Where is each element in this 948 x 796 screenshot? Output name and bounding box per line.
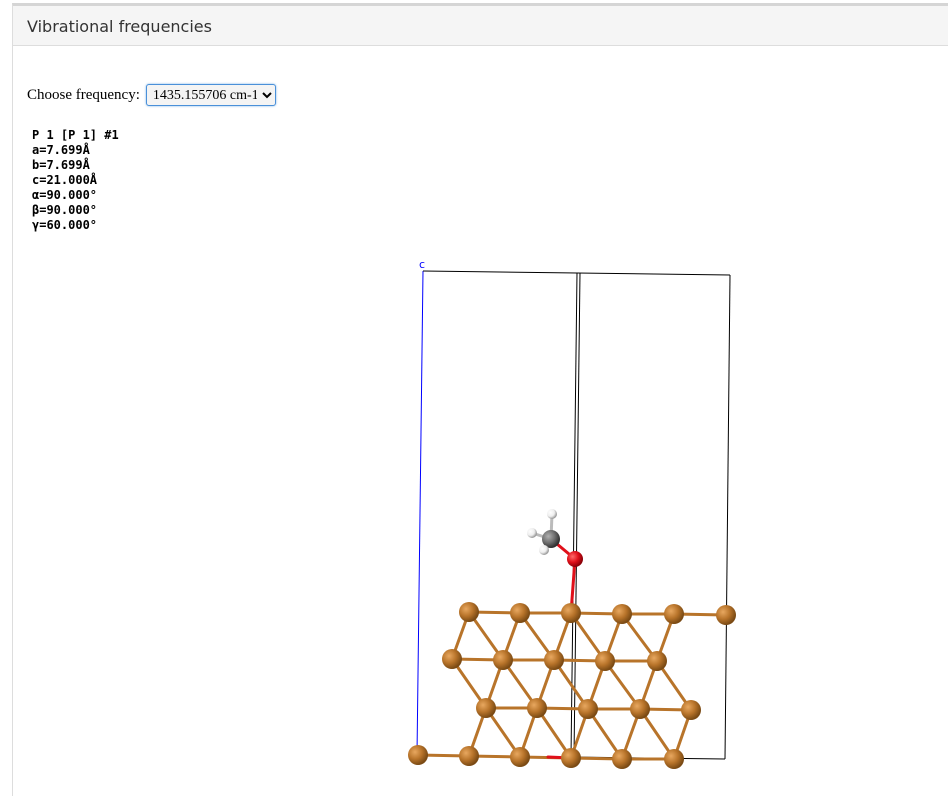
cell-alpha-line: α=90.000° bbox=[32, 188, 98, 202]
frequency-chooser: Choose frequency: 1435.155706 cm-1 bbox=[27, 84, 276, 106]
frequency-select[interactable]: 1435.155706 cm-1 bbox=[145, 84, 276, 106]
cell-a-line: a=7.699Å bbox=[32, 143, 90, 157]
frequency-label: Choose frequency: bbox=[27, 86, 140, 103]
cell-b-line: b=7.699Å bbox=[32, 158, 90, 172]
panel-header: Vibrational frequencies bbox=[13, 6, 948, 46]
cell-beta-line: β=90.000° bbox=[32, 203, 98, 217]
unit-cell-info: P 1 [P 1] #1 a=7.699Å b=7.699Å c=21.000Å α=9… bbox=[32, 128, 119, 233]
space-group-line: P 1 [P 1] #1 bbox=[32, 128, 119, 142]
cell-c-line: c=21.000Å bbox=[32, 173, 98, 187]
cell-gamma-line: γ=60.000° bbox=[32, 218, 98, 232]
page-frame: Vibrational frequencies Choose frequency… bbox=[12, 3, 948, 796]
panel-title: Vibrational frequencies bbox=[27, 17, 212, 36]
